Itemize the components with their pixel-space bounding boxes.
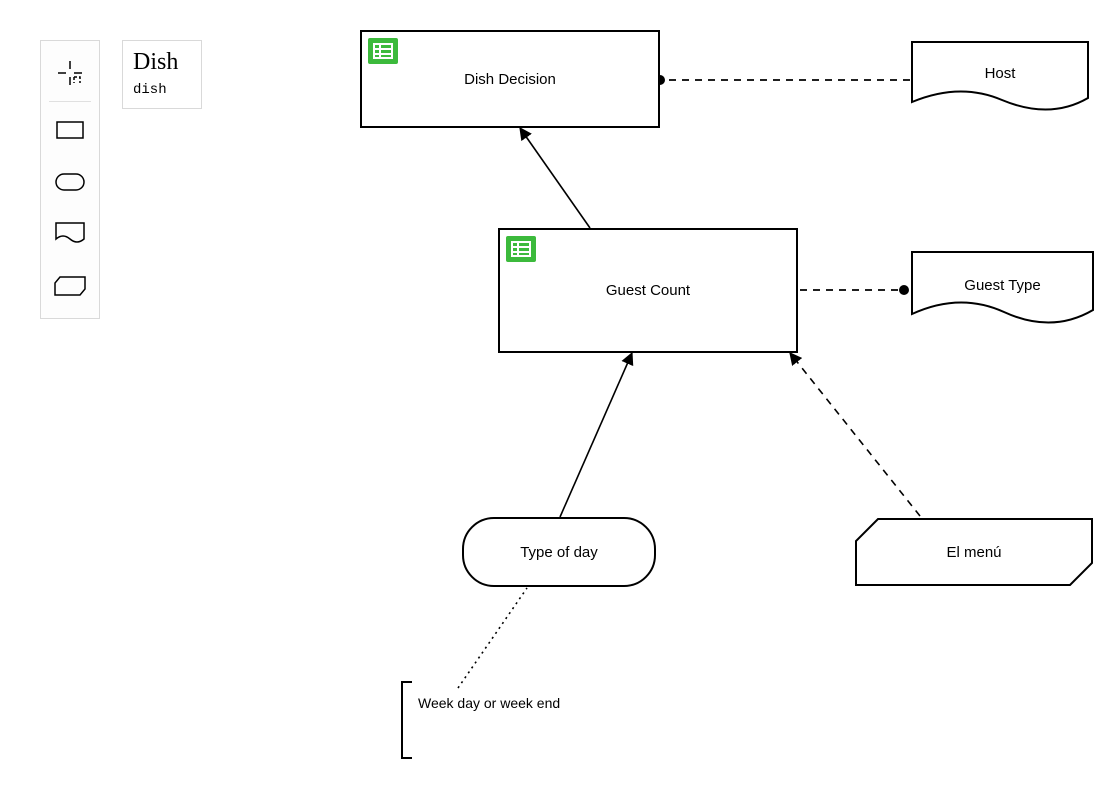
edge-typeday-guestcount bbox=[560, 353, 632, 517]
node-dish-decision[interactable]: Dish Decision bbox=[360, 30, 660, 128]
edge-guestcount-dish bbox=[520, 128, 590, 228]
node-label: Dish Decision bbox=[464, 71, 556, 88]
node-guest-count[interactable]: Guest Count bbox=[498, 228, 798, 353]
node-label: Guest Type bbox=[964, 277, 1040, 294]
spreadsheet-badge-icon bbox=[506, 236, 536, 262]
edge-elmenu-guestcount bbox=[790, 353, 920, 516]
node-label: Type of day bbox=[520, 544, 598, 561]
node-guest-type[interactable]: Guest Type bbox=[910, 250, 1095, 332]
node-label: Host bbox=[985, 65, 1016, 82]
edge-guesttype-endpoint bbox=[899, 285, 909, 295]
annotation-text[interactable]: Week day or week end bbox=[418, 695, 568, 712]
node-el-menu[interactable]: El menú bbox=[854, 517, 1094, 587]
annotation-bracket-icon bbox=[398, 680, 418, 760]
node-label: El menú bbox=[946, 544, 1001, 561]
diagram-canvas[interactable]: Dish Decision Guest Count Host Guest Typ… bbox=[0, 0, 1116, 798]
node-host[interactable]: Host bbox=[910, 40, 1090, 118]
node-label: Guest Count bbox=[606, 282, 690, 299]
node-type-of-day[interactable]: Type of day bbox=[462, 517, 656, 587]
spreadsheet-badge-icon bbox=[368, 38, 398, 64]
edge-annotation-typeday bbox=[458, 588, 527, 688]
